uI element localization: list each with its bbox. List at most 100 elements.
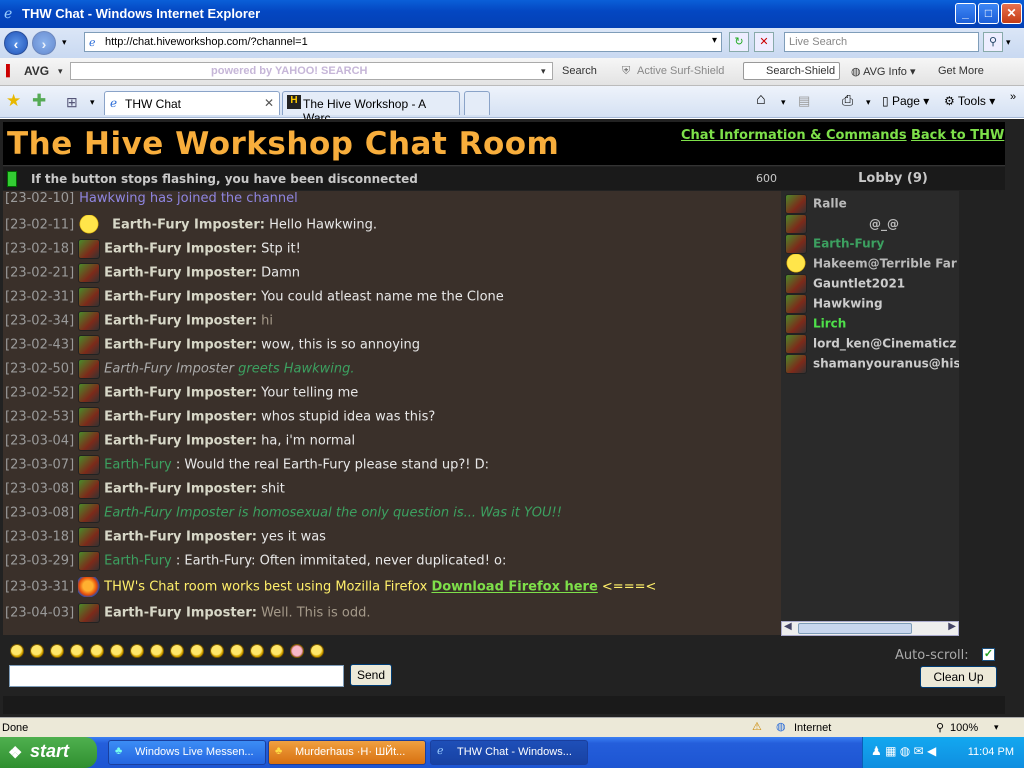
- message-username[interactable]: Earth-Fury Imposter:: [112, 218, 265, 233]
- scroll-right-icon[interactable]: ▶: [948, 621, 956, 632]
- print-icon[interactable]: ⎙: [842, 92, 853, 109]
- message-username[interactable]: Earth-Fury Imposter:: [104, 266, 257, 281]
- autoscroll-checkbox[interactable]: ✓: [982, 648, 995, 661]
- emoticon-icon[interactable]: [310, 644, 324, 658]
- favorites-star-icon[interactable]: ★: [6, 91, 21, 111]
- lobby-user[interactable]: Lirch: [785, 314, 846, 334]
- emoticon-icon[interactable]: [170, 644, 184, 658]
- history-dropdown-icon[interactable]: ▾: [62, 37, 67, 48]
- tab-list-dropdown-icon[interactable]: ▾: [90, 97, 95, 108]
- quick-tabs-icon[interactable]: ⊞: [66, 94, 78, 111]
- zoom-level[interactable]: 100%: [950, 722, 978, 734]
- send-button[interactable]: Send: [350, 664, 392, 686]
- print-dropdown-icon[interactable]: ▾: [866, 97, 871, 108]
- message-username[interactable]: Earth-Fury Imposter:: [104, 434, 257, 449]
- task-murderhaus[interactable]: ♣ Murderhaus ·H· ШЙt...: [268, 740, 426, 765]
- start-button[interactable]: ❖ start: [0, 737, 97, 768]
- emoticon-icon[interactable]: [30, 644, 44, 658]
- search-icon[interactable]: ⚲: [983, 32, 1003, 52]
- emoticon-icon[interactable]: [210, 644, 224, 658]
- zoom-icon[interactable]: ⚲: [936, 721, 944, 734]
- emoticon-icon[interactable]: [130, 644, 144, 658]
- message-username[interactable]: Earth-Fury Imposter:: [104, 482, 257, 497]
- feeds-icon[interactable]: ▤: [798, 93, 810, 109]
- emoticon-icon[interactable]: [190, 644, 204, 658]
- lobby-user[interactable]: Gauntlet2021: [785, 274, 905, 294]
- scroll-left-icon[interactable]: ◀: [784, 621, 792, 632]
- avg-info-button[interactable]: ◍ AVG Info ▾: [851, 65, 915, 78]
- search-button[interactable]: Search: [562, 65, 597, 77]
- message-input[interactable]: [9, 665, 344, 687]
- message-username[interactable]: Earth-Fury Imposter: [104, 362, 234, 377]
- stop-icon[interactable]: ✕: [754, 32, 774, 52]
- message-username[interactable]: Earth-Fury: [104, 458, 172, 473]
- lobby-user[interactable]: @_@: [785, 214, 899, 234]
- page-menu[interactable]: ▯ Page ▾: [882, 94, 929, 108]
- emoticon-icon[interactable]: [150, 644, 164, 658]
- message-username[interactable]: Earth-Fury Imposter:: [104, 530, 257, 545]
- lobby-user[interactable]: lord_ken@Cinematicz: [785, 334, 956, 354]
- refresh-icon[interactable]: ↻: [729, 32, 749, 52]
- get-more-button[interactable]: Get More: [938, 65, 984, 77]
- forward-button[interactable]: ›: [32, 31, 56, 55]
- task-thw-chat[interactable]: ℯ THW Chat - Windows...: [430, 740, 588, 765]
- back-button[interactable]: ‹: [4, 31, 28, 55]
- task-windows-live-messenger[interactable]: ♣ Windows Live Messen...: [108, 740, 266, 765]
- live-search-input[interactable]: Live Search: [784, 32, 979, 52]
- tab-hive-workshop[interactable]: H The Hive Workshop - A Warc...: [282, 91, 460, 125]
- avg-label[interactable]: AVG: [24, 64, 49, 78]
- search-options-icon[interactable]: ▾: [1006, 37, 1011, 48]
- zoom-dropdown-icon[interactable]: ▾: [994, 722, 999, 733]
- message-username[interactable]: Earth-Fury Imposter:: [104, 338, 257, 353]
- close-button[interactable]: ✕: [1001, 3, 1022, 24]
- browser-status-bar: Done ⚠ ◍ Internet ⚲ 100% ▾: [0, 717, 1024, 737]
- chat-info-link[interactable]: Chat Information & Commands: [681, 128, 907, 143]
- chevron-right-icon[interactable]: »: [1010, 91, 1016, 103]
- download-firefox-link[interactable]: Download Firefox here: [431, 580, 597, 595]
- active-surf-shield[interactable]: Active Surf-Shield: [637, 65, 724, 77]
- emoticon-icon[interactable]: [90, 644, 104, 658]
- home-icon[interactable]: ⌂: [756, 91, 766, 109]
- tools-menu[interactable]: ⚙ Tools ▾: [944, 94, 995, 108]
- lobby-user[interactable]: shamanyouranus@his: [785, 354, 959, 374]
- emoticon-icon[interactable]: [290, 644, 304, 658]
- lobby-user[interactable]: Earth-Fury: [785, 234, 884, 254]
- search-shield-button[interactable]: Search-Shield: [743, 62, 841, 80]
- tab-thw-chat[interactable]: ℯ THW Chat ✕: [104, 91, 280, 115]
- message-username[interactable]: Earth-Fury: [104, 554, 172, 569]
- minimize-button[interactable]: _: [955, 3, 976, 24]
- tray-icons[interactable]: ♟ ▦ ◍ ✉ ◀: [871, 744, 936, 758]
- chat-message-list[interactable]: [23-02-10] Hawkwing has joined the channe…: [3, 191, 781, 635]
- lobby-user[interactable]: Hakeem@Terrible Far: [785, 254, 957, 274]
- maximize-button[interactable]: □: [978, 3, 999, 24]
- emoticon-icon[interactable]: [110, 644, 124, 658]
- home-dropdown-icon[interactable]: ▾: [781, 97, 786, 108]
- yahoo-dropdown-icon[interactable]: ▾: [541, 66, 546, 77]
- message-username[interactable]: Earth-Fury Imposter:: [104, 386, 257, 401]
- emoticon-icon[interactable]: [70, 644, 84, 658]
- add-favorites-icon[interactable]: ✚: [32, 91, 46, 111]
- close-tab-icon[interactable]: ✕: [264, 96, 274, 110]
- lobby-horizontal-scrollbar[interactable]: ◀ ▶: [781, 621, 959, 636]
- message-username[interactable]: Earth-Fury Imposter:: [104, 606, 257, 621]
- lobby-user[interactable]: Ralle: [785, 194, 847, 214]
- emoticon-icon[interactable]: [10, 644, 24, 658]
- lobby-user[interactable]: Hawkwing: [785, 294, 883, 314]
- new-tab-button[interactable]: [464, 91, 490, 115]
- message-username[interactable]: Earth-Fury Imposter:: [104, 242, 257, 257]
- emoticon-icon[interactable]: [230, 644, 244, 658]
- emoticon-icon[interactable]: [270, 644, 284, 658]
- message-username[interactable]: Earth-Fury Imposter:: [104, 410, 257, 425]
- emoticon-icon[interactable]: [50, 644, 64, 658]
- yahoo-search-input[interactable]: powered by YAHOO! SEARCH: [70, 62, 553, 80]
- address-dropdown-icon[interactable]: ▾: [712, 35, 717, 46]
- message-username[interactable]: Earth-Fury Imposter:: [104, 290, 257, 305]
- emoticon-icon[interactable]: [250, 644, 264, 658]
- lobby-user-list[interactable]: Ralle @_@ Earth-Fury Hakeem@Terrible Far Gau…: [781, 191, 959, 635]
- clean-up-button[interactable]: Clean Up: [920, 666, 997, 688]
- avg-dropdown-icon[interactable]: ▾: [58, 66, 63, 77]
- scroll-thumb[interactable]: [798, 623, 912, 634]
- address-field[interactable]: ℯ http://chat.hiveworkshop.com/?channel=…: [84, 32, 722, 52]
- message-username[interactable]: Earth-Fury Imposter:: [104, 314, 257, 329]
- back-to-thw-link[interactable]: Back to THW: [911, 128, 1004, 143]
